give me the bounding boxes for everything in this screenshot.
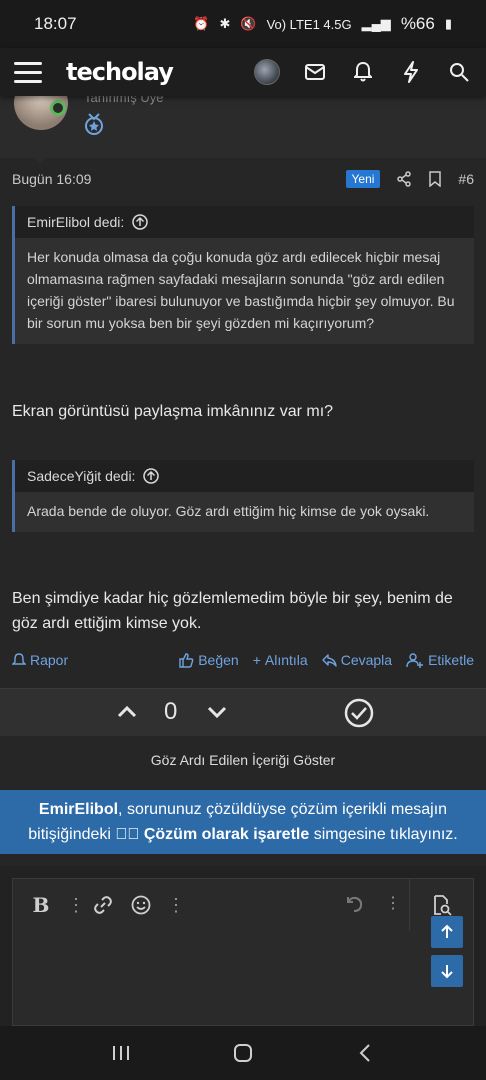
quote-text: Arada bende de oluyor. Göz ardı ettiğim … [27,503,430,519]
link-button[interactable] [91,893,115,917]
scroll-up-button[interactable] [431,916,463,948]
solution-notice: EmirElibol, sorununuz çözüldüyse çözüm i… [0,790,486,854]
menu-icon[interactable] [14,54,50,90]
trophy-icon[interactable] [84,112,104,136]
report-button[interactable]: Rapor [12,652,68,668]
arrow-up-circle-icon[interactable] [132,214,149,230]
bell-icon[interactable] [350,59,376,85]
share-icon[interactable] [396,171,412,187]
notice-text-2: simgesine tıklayınız. [309,826,458,843]
app-header: techolay [0,48,486,96]
header-actions [254,59,472,85]
reply-icon [322,653,337,667]
arrow-down-icon [441,965,453,979]
message-text: Ekran görüntüsü paylaşma imkânınız var m… [12,403,334,420]
check-circle-icon: ✓⃝ [115,826,144,843]
battery-icon: ▮ [444,16,452,31]
user-plus-icon [406,652,424,668]
tag-button[interactable]: Etiketle [406,652,474,668]
like-label: Beğen [198,652,239,668]
post-user-card: Tanınmış Üye [0,76,486,164]
editor-toolbar: B ⋮ ⋮ [13,879,473,931]
alarm-icon: ⏰ [193,16,210,31]
signal-icon: ▂▄▆ [361,16,391,31]
arrow-up-circle-icon[interactable] [143,468,160,484]
more-icon[interactable]: ⋮ [167,895,185,916]
message-text: Ben şimdiye kadar hiç gözlemlemedim böyl… [12,590,453,632]
smiley-icon [131,895,151,915]
quote-block: EmirElibol dedi: Her konuda olmasa da ço… [12,206,474,344]
home-icon[interactable] [228,1038,258,1068]
status-time: 18:07 [34,14,77,33]
post-actions: Rapor Beğen + Alıntıla Cevapla Etiketle [12,652,474,668]
recent-apps-icon[interactable] [106,1038,136,1068]
inbox-icon[interactable] [302,59,328,85]
lightning-icon[interactable] [398,59,424,85]
post-number[interactable]: #6 [458,171,474,187]
plus-icon: + [252,652,261,668]
back-icon[interactable] [350,1038,380,1068]
report-label: Rapor [30,652,69,668]
more-icon[interactable]: ⋮ [67,895,85,916]
post-date[interactable]: Bugün 16:09 [12,171,91,187]
like-button[interactable]: Beğen [179,652,239,668]
notice-user[interactable]: EmirElibol [39,801,118,818]
reply-button[interactable]: Cevapla [322,652,392,668]
show-ignored-button[interactable]: Göz Ardı Edilen İçeriği Göster [0,736,486,784]
quote-header[interactable]: EmirElibol dedi: [15,206,474,238]
link-icon [94,896,112,914]
tag-label: Etiketle [428,652,474,668]
quote-text: Her konuda olmasa da çoğu konuda göz ard… [27,249,455,331]
scroll-down-button[interactable] [431,955,463,987]
search-icon[interactable] [446,59,472,85]
site-logo[interactable]: techolay [66,58,174,86]
thumbs-up-icon [179,652,194,668]
reply-label: Cevapla [340,652,393,668]
account-avatar[interactable] [254,59,280,85]
quote-author: SadeceYiğit dedi: [27,468,136,484]
check-circle-icon[interactable] [344,698,374,728]
more-icon[interactable]: ⋮ [385,893,401,913]
system-nav-bar [0,1026,486,1080]
status-icons: ⏰ ✱ 🔇 Vo) LTE1 4.5G ▂▄▆ %66 ▮ [193,14,452,34]
undo-icon[interactable] [343,893,365,915]
upvote-icon[interactable] [116,701,138,723]
quote-author: EmirElibol dedi: [27,214,125,230]
quote-button[interactable]: + Alıntıla [253,652,308,668]
quote-block: SadeceYiğit dedi: Arada bende de oluyor.… [12,460,474,532]
vote-score: 0 [164,698,178,725]
bookmark-icon[interactable] [428,171,442,187]
document-search-icon [433,895,452,916]
bold-button[interactable]: B [29,893,53,917]
battery-label: %66 [400,14,435,33]
vote-bar: 0 [0,688,486,736]
status-bar: 18:07 ⏰ ✱ 🔇 Vo) LTE1 4.5G ▂▄▆ %66 ▮ [0,0,486,48]
quote-label: Alıntıla [264,652,308,668]
bluetooth-icon: ✱ [219,16,231,31]
reply-editor[interactable]: B ⋮ ⋮ ⋮ [12,878,474,1026]
emoji-button[interactable] [129,893,153,917]
post-body: Bugün 16:09 Yeni #6 EmirElibol dedi: Her… [0,158,486,688]
bell-icon [12,653,26,665]
network-label: Vo) LTE1 4.5G [266,16,352,32]
quote-header[interactable]: SadeceYiğit dedi: [15,460,474,492]
card-pointer [30,154,50,164]
reply-editor-area: B ⋮ ⋮ ⋮ [0,866,486,1026]
arrow-up-icon [441,924,453,938]
post-meta: Bugün 16:09 Yeni #6 [12,170,474,188]
notice-bold: Çözüm olarak işaretle [143,826,310,843]
downvote-icon[interactable] [206,701,228,723]
new-badge: Yeni [345,170,381,188]
mute-icon: 🔇 [240,16,257,31]
online-indicator-icon [50,100,66,116]
